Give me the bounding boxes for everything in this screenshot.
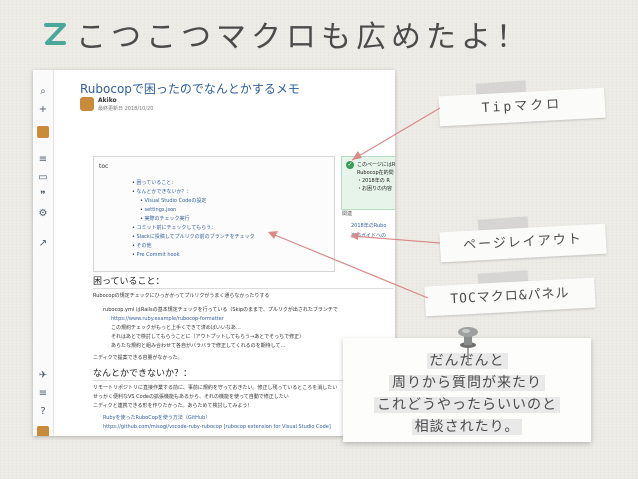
push-pin-icon [458, 327, 478, 363]
note-line: これどうやったらいいのと [343, 394, 591, 414]
note-line-text: 周りから質問が来たり [389, 375, 545, 391]
arrowhead [268, 231, 278, 239]
note-line: 周りから質問が来たり [343, 372, 591, 392]
arrowhead [350, 232, 359, 240]
note-line: 相談されたり。 [343, 416, 591, 436]
note-line-text: 相談されたり。 [411, 419, 523, 435]
arrowhead [352, 151, 362, 160]
note-line-text: これどうやったらいいのと [374, 397, 560, 413]
arrow-tip-macro [351, 107, 441, 161]
arrow-page-layout [351, 235, 441, 244]
arrow-toc-macro [269, 232, 429, 299]
